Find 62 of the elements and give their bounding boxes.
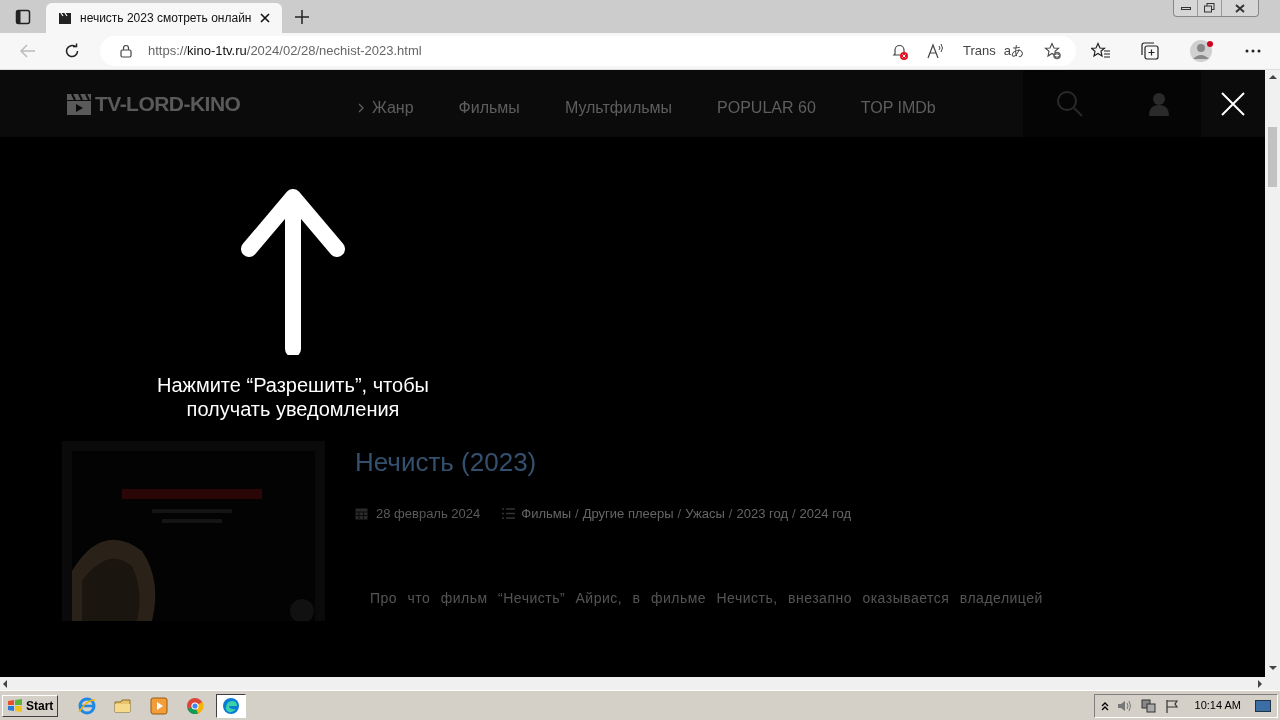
chevron-up-icon[interactable]: [1100, 700, 1109, 711]
browser-icon: [78, 696, 97, 715]
new-tab-icon[interactable]: [295, 9, 309, 24]
restore-icon: [1204, 3, 1215, 13]
browser-tab[interactable]: нечисть 2023 смотреть онлайн: [46, 3, 282, 33]
blocked-notification-icon[interactable]: [891, 42, 909, 60]
translate-icon[interactable]: aあ: [1003, 41, 1024, 61]
clapperboard-icon: [58, 11, 72, 25]
start-button[interactable]: Start: [2, 694, 59, 717]
flag-icon[interactable]: [1164, 698, 1179, 713]
add-favorite-icon[interactable]: [1044, 42, 1062, 60]
favorites-icon[interactable]: [1091, 42, 1111, 60]
clapperboard-icon: [66, 91, 92, 116]
vertical-scrollbar[interactable]: [1265, 70, 1280, 690]
read-aloud-icon[interactable]: [927, 43, 945, 59]
address-bar[interactable]: https://kino-1tv.ru/2024/02/28/nechist-2023.html Trans aあ: [100, 36, 1076, 66]
category-link[interactable]: Ужасы: [685, 504, 725, 524]
up-arrow-icon: [241, 187, 345, 355]
movie-description: Про что фильм “Нечисть” Айрис, в фильме Нечисть, внезапно оказывается владелицей: [370, 588, 1044, 608]
url-text: https://kino-1tv.ru/2024/02/28/nechist-2023.html: [148, 42, 422, 61]
horizontal-scrollbar[interactable]: [0, 677, 1265, 690]
speaker-icon[interactable]: [1116, 698, 1133, 713]
movie-title: Нечисть (2023): [355, 446, 538, 479]
profile-avatar-icon[interactable]: [1189, 39, 1215, 63]
tab-title: нечисть 2023 смотреть онлайн: [80, 10, 252, 27]
lock-icon: [120, 44, 132, 58]
nav-link[interactable]: Жанр: [358, 95, 414, 120]
edge-icon: [222, 696, 241, 715]
separator: /: [677, 505, 682, 523]
nav-link[interactable]: Мультфильмы: [564, 95, 673, 120]
nav-link[interactable]: POPULAR 60: [717, 95, 816, 120]
nav-link[interactable]: Фильмы: [458, 95, 520, 120]
play-icon: [150, 696, 169, 715]
separator: /: [792, 505, 796, 523]
refresh-icon[interactable]: [64, 43, 80, 59]
notification-prompt: Нажмите “Разрешить”, чтобы получать уведомления: [156, 373, 430, 421]
collections-icon[interactable]: [1141, 42, 1159, 60]
close-icon[interactable]: [260, 13, 270, 23]
windows-logo-icon: [7, 698, 23, 713]
list-icon: [502, 508, 516, 520]
nav-link[interactable]: TOP IMDb: [860, 95, 936, 120]
tab-actions-icon[interactable]: [15, 8, 31, 25]
taskbar-app-button[interactable]: [216, 693, 247, 718]
network-icon[interactable]: [1140, 698, 1157, 713]
site-logo[interactable]: TV-LORD-KINO: [95, 87, 241, 120]
category-link[interactable]: 2024 год: [799, 504, 852, 524]
minimize-icon: [1180, 6, 1191, 10]
clock: 10:14 AM: [1194, 698, 1241, 714]
separator: /: [728, 505, 733, 523]
category-link[interactable]: Другие плееры: [582, 504, 674, 524]
separator: /: [575, 505, 579, 523]
show-desktop-icon[interactable]: [1255, 698, 1271, 713]
close-icon: [1235, 3, 1245, 13]
chrome-icon: [186, 696, 205, 715]
publish-date: 28 февраль 2024: [376, 505, 481, 523]
category-link[interactable]: 2023 год: [736, 504, 788, 524]
chevron-right-icon: [358, 102, 364, 113]
more-menu-icon[interactable]: [1245, 49, 1261, 53]
translate-label[interactable]: Trans: [963, 41, 996, 61]
calendar-icon: [355, 507, 368, 521]
category-link[interactable]: Фильмы: [521, 504, 572, 524]
folder-icon: [114, 696, 133, 715]
